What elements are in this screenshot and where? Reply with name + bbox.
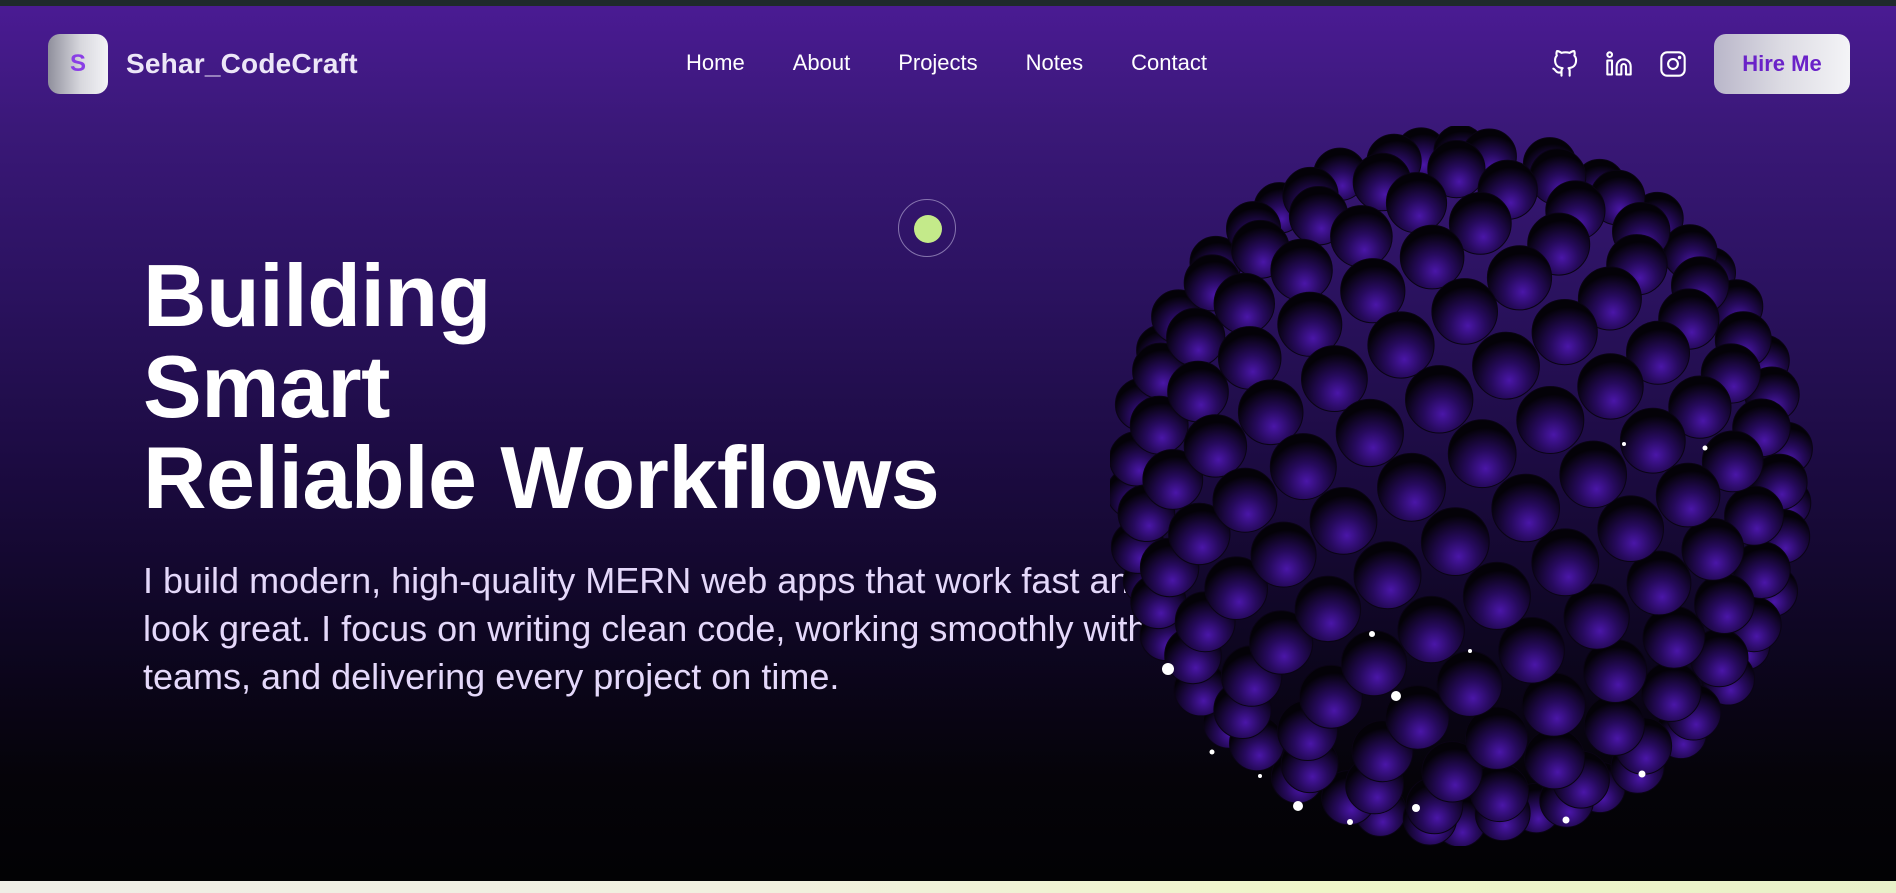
main-nav: Home About Projects Notes Contact bbox=[686, 50, 1207, 76]
orb bbox=[1559, 440, 1628, 509]
orb-sphere-graphic bbox=[1110, 126, 1813, 846]
sparkle-particle bbox=[1638, 770, 1646, 778]
orb bbox=[1385, 172, 1448, 234]
orb bbox=[1577, 353, 1644, 420]
nav-item-notes[interactable]: Notes bbox=[1026, 50, 1083, 76]
sparkle-particle bbox=[1293, 801, 1303, 811]
orb bbox=[1183, 414, 1248, 478]
orb bbox=[1335, 398, 1404, 468]
orb bbox=[1294, 575, 1362, 643]
orb bbox=[1516, 386, 1585, 454]
orb bbox=[1212, 467, 1278, 533]
orb bbox=[1213, 272, 1276, 335]
headline-line-2: Smart bbox=[143, 337, 390, 436]
orb bbox=[1269, 433, 1337, 501]
next-section-strip bbox=[0, 881, 1896, 893]
orb bbox=[1472, 331, 1540, 400]
sparkle-particle bbox=[1412, 804, 1420, 812]
orb bbox=[1270, 238, 1333, 302]
sparkle-particle bbox=[1391, 691, 1401, 701]
hero-subtitle: I build modern, high-quality MERN web ap… bbox=[143, 560, 1150, 697]
orb bbox=[1309, 487, 1378, 555]
nav-item-about[interactable]: About bbox=[793, 50, 851, 76]
github-icon[interactable] bbox=[1550, 49, 1580, 79]
hire-me-button[interactable]: Hire Me bbox=[1714, 34, 1850, 94]
orb bbox=[1399, 224, 1465, 290]
sparkle-particle bbox=[1209, 749, 1215, 755]
orb bbox=[1531, 299, 1598, 366]
orb bbox=[1641, 661, 1702, 722]
orb bbox=[1405, 365, 1474, 434]
orb bbox=[1166, 307, 1226, 367]
sparkle-particle bbox=[1562, 816, 1570, 824]
sparkle-particle bbox=[1162, 663, 1174, 675]
orb bbox=[1353, 541, 1422, 610]
orb bbox=[1531, 528, 1600, 597]
social-links bbox=[1550, 49, 1688, 79]
orb bbox=[1377, 452, 1446, 522]
logo-badge[interactable]: S bbox=[48, 34, 108, 94]
orb bbox=[1397, 595, 1465, 664]
sparkle-particle bbox=[1369, 631, 1375, 637]
orb bbox=[1462, 561, 1531, 630]
orb bbox=[1491, 473, 1561, 543]
orb bbox=[1447, 419, 1517, 489]
hero-section: S Sehar_CodeCraft Home About Projects No… bbox=[0, 6, 1896, 881]
orb bbox=[1681, 518, 1745, 581]
orb bbox=[1420, 507, 1490, 577]
orb bbox=[1250, 521, 1317, 588]
nav-item-contact[interactable]: Contact bbox=[1131, 50, 1207, 76]
headline-line-1: Building bbox=[143, 246, 491, 345]
sparkle-particle bbox=[1468, 649, 1472, 653]
orb bbox=[1583, 694, 1645, 756]
orb bbox=[1486, 245, 1553, 311]
sparkle-particle bbox=[1702, 445, 1708, 451]
orb bbox=[1341, 630, 1407, 697]
instagram-icon[interactable] bbox=[1658, 49, 1688, 79]
orb bbox=[1431, 278, 1499, 345]
orb bbox=[1167, 360, 1229, 423]
brand-name[interactable]: Sehar_CodeCraft bbox=[126, 48, 358, 80]
sparkle-particle bbox=[1258, 774, 1262, 778]
orb bbox=[1597, 495, 1665, 563]
orb bbox=[1642, 605, 1706, 669]
sparkle-particle bbox=[1347, 819, 1353, 825]
logo-letter: S bbox=[69, 50, 86, 77]
cursor-dot bbox=[914, 215, 942, 243]
sparkle-particle bbox=[1622, 442, 1626, 446]
orb bbox=[1619, 407, 1686, 474]
nav-item-projects[interactable]: Projects bbox=[898, 50, 977, 76]
orb bbox=[1367, 311, 1435, 379]
orb bbox=[1524, 728, 1586, 790]
orb bbox=[1436, 650, 1503, 717]
nav-item-home[interactable]: Home bbox=[686, 50, 745, 76]
orb bbox=[1694, 573, 1755, 635]
hero-headline: Building Smart Reliable Workflows bbox=[143, 246, 940, 527]
linkedin-icon[interactable] bbox=[1604, 49, 1634, 79]
orb bbox=[1655, 462, 1721, 528]
orb bbox=[1330, 205, 1393, 268]
headline-line-3: Reliable Workflows bbox=[143, 428, 940, 527]
